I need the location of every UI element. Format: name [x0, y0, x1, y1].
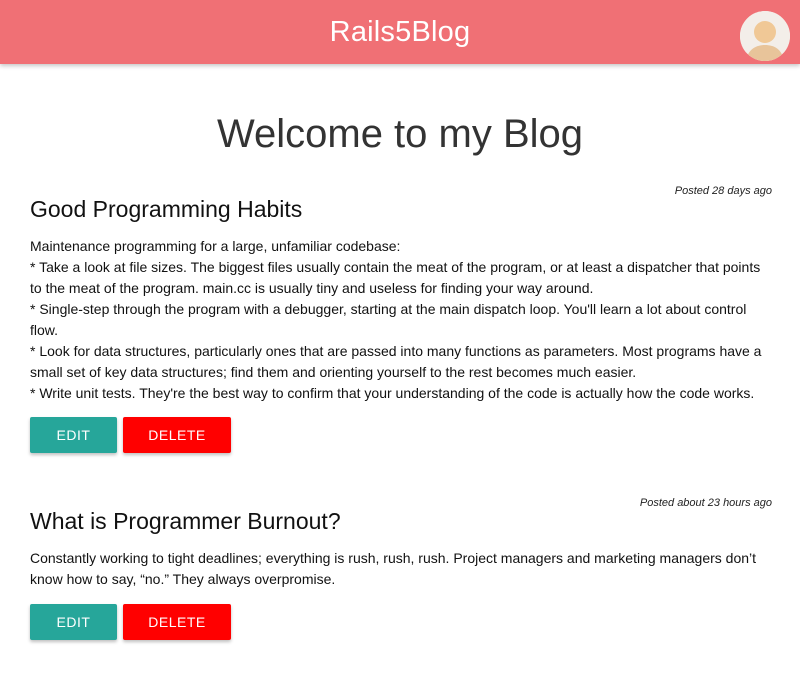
post-body-line: * Single-step through the program with a…	[30, 301, 747, 338]
delete-button[interactable]: DELETE	[123, 417, 231, 453]
post-body-line: * Look for data structures, particularly…	[30, 343, 762, 380]
post-title: What is Programmer Burnout?	[30, 508, 341, 534]
post-body: Constantly working to tight deadlines; e…	[30, 548, 772, 590]
post-body-line: Maintenance programming for a large, unf…	[30, 238, 401, 254]
post-title: Good Programming Habits	[30, 196, 303, 222]
brand-logo-link[interactable]: Rails5Blog	[330, 16, 471, 49]
posted-timestamp: Posted about 23 hours ago	[639, 497, 772, 509]
post-actions: EDIT DELETE	[30, 604, 231, 640]
post-body-line: * Take a look at file sizes. The biggest…	[30, 259, 761, 296]
navbar: Rails5Blog	[0, 0, 800, 64]
page-title: Welcome to my Blog	[216, 112, 584, 156]
post-body: Maintenance programming for a large, unf…	[30, 236, 772, 404]
posted-timestamp: Posted 28 days ago	[674, 185, 772, 197]
post-body-line: Constantly working to tight deadlines; e…	[30, 550, 757, 587]
user-avatar-icon[interactable]	[740, 11, 790, 61]
edit-button[interactable]: EDIT	[30, 417, 117, 453]
post-body-line: * Write unit tests. They're the best way…	[30, 385, 755, 401]
edit-button[interactable]: EDIT	[30, 604, 117, 640]
delete-button[interactable]: DELETE	[123, 604, 231, 640]
post-actions: EDIT DELETE	[30, 417, 231, 453]
